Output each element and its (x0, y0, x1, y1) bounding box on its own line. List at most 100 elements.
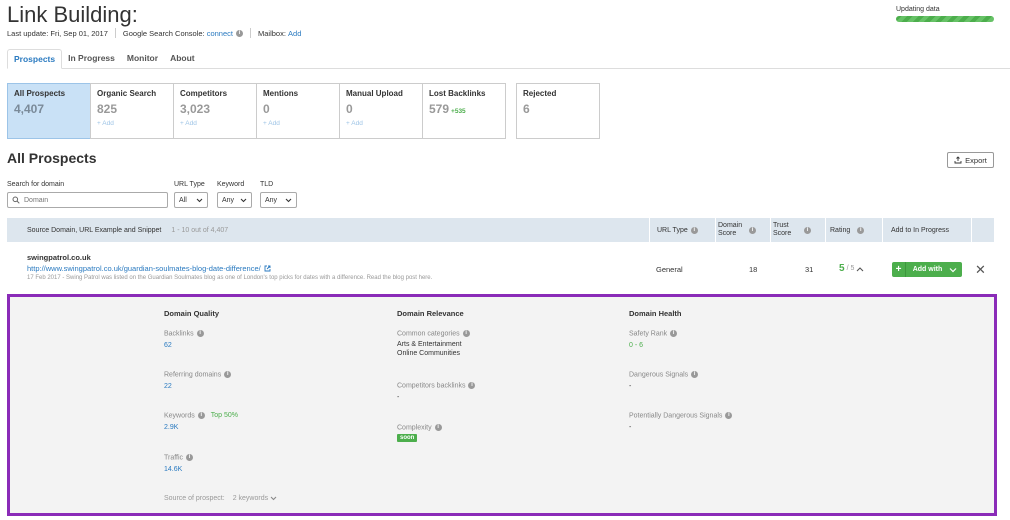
competitors-backlinks-metric: Competitors backlinks i - (397, 382, 476, 401)
close-icon[interactable]: ✕ (975, 262, 986, 278)
export-icon (954, 156, 962, 164)
keywords-value[interactable]: 2.9K (164, 424, 178, 431)
tab-prospects[interactable]: Prospects (7, 49, 63, 69)
url-type-value: All (179, 196, 187, 204)
tld-select[interactable]: Any (260, 192, 297, 208)
col-add: Add to In Progress (891, 226, 949, 234)
card-value: 6 (523, 102, 530, 116)
section-title: All Prospects (7, 150, 97, 166)
chevron-down-icon (196, 198, 203, 202)
header-meta: Last update: Fri, Sep 01, 2017 Google Se… (7, 28, 301, 38)
updating-label: Updating data (896, 6, 940, 13)
dangerous-value: - (629, 383, 632, 391)
complexity-metric: Complexity i soon (397, 424, 442, 443)
quality-heading: Domain Quality (164, 309, 220, 318)
category-2: Online Communities (397, 350, 461, 358)
gsc-connect-link[interactable]: connect (207, 29, 233, 38)
relevance-heading: Domain Relevance (397, 309, 464, 318)
progress-bar (896, 16, 994, 22)
backlinks-metric: Backlinks i 62 (164, 330, 204, 349)
card-label: Organic Search (97, 89, 157, 98)
col-url-type[interactable]: URL Type i (657, 218, 715, 242)
card-competitors[interactable]: Competitors 3,023 + Add (173, 83, 257, 139)
source-label: Source of prospect: (164, 495, 225, 502)
info-icon[interactable]: i (434, 424, 442, 431)
tab-in-progress[interactable]: In Progress (62, 49, 121, 68)
card-add-link[interactable]: + Add (346, 120, 416, 127)
chevron-down-icon (240, 198, 247, 202)
result-range: 1 - 10 out of 4,407 (171, 226, 229, 234)
info-icon[interactable]: i (462, 330, 470, 337)
row-domain[interactable]: swingpatrol.co.uk (27, 253, 91, 262)
external-link-icon[interactable] (264, 265, 271, 272)
referring-value[interactable]: 22 (164, 383, 172, 390)
search-label: Search for domain (7, 181, 65, 188)
rating-of: / 5 (846, 265, 855, 272)
col-rating[interactable]: Rating i (830, 218, 880, 242)
search-box[interactable] (7, 192, 168, 208)
card-value: 3,023 (180, 102, 211, 116)
tab-monitor[interactable]: Monitor (121, 49, 164, 68)
card-value: 579 +535 (429, 102, 499, 116)
row-trust-score: 31 (805, 265, 814, 274)
card-label: Manual Upload (346, 89, 403, 98)
dangerous-signals-metric: Dangerous Signals i - (629, 371, 699, 391)
info-icon[interactable]: i (857, 226, 865, 234)
info-icon[interactable]: i (725, 412, 733, 419)
info-icon[interactable]: i (197, 412, 205, 419)
referring-label: Referring domains (164, 371, 222, 379)
info-icon[interactable]: i (186, 454, 194, 461)
backlinks-value[interactable]: 62 (164, 342, 172, 349)
updating-status: Updating data (896, 6, 994, 22)
chevron-down-icon[interactable] (949, 267, 957, 273)
info-icon[interactable]: i (224, 371, 232, 378)
card-lost-backlinks[interactable]: Lost Backlinks 579 +535 (422, 83, 506, 139)
info-icon[interactable]: i (749, 226, 756, 234)
col-trust-score-label: Trust Score (773, 222, 792, 237)
col-trust-score[interactable]: Trust Score i (773, 218, 823, 242)
chevron-up-icon[interactable] (856, 266, 864, 272)
url-type-select[interactable]: All (174, 192, 208, 208)
soon-badge: soon (397, 434, 418, 443)
card-add-link[interactable]: + Add (180, 120, 250, 127)
traffic-label: Traffic (164, 454, 184, 462)
search-input[interactable] (24, 196, 154, 204)
info-icon[interactable]: i (468, 382, 476, 389)
competitors-label: Competitors backlinks (397, 382, 466, 390)
dangerous-label: Dangerous Signals (629, 371, 689, 379)
tab-about[interactable]: About (164, 49, 201, 68)
rating-value: 5 (839, 263, 845, 274)
card-add-link[interactable]: + Add (263, 120, 333, 127)
card-label: Rejected (523, 89, 557, 98)
mailbox-label: Mailbox: (258, 28, 286, 38)
info-icon[interactable]: i (690, 226, 698, 234)
card-organic-search[interactable]: Organic Search 825 + Add (90, 83, 174, 139)
export-button[interactable]: Export (947, 152, 994, 168)
divider (114, 28, 116, 38)
keyword-value: Any (222, 196, 235, 204)
divider (770, 218, 771, 242)
card-manual-upload[interactable]: Manual Upload 0 + Add (339, 83, 423, 139)
divider (715, 218, 716, 242)
info-icon[interactable]: i (804, 226, 811, 234)
keyword-select[interactable]: Any (217, 192, 252, 208)
traffic-value[interactable]: 14.6K (164, 466, 182, 473)
info-icon[interactable]: i (691, 371, 699, 378)
col-domain-score-label: Domain Score (718, 222, 743, 237)
card-all-prospects[interactable]: All Prospects 4,407 (7, 83, 91, 139)
row-url-link[interactable]: http://www.swingpatrol.co.uk/guardian-so… (27, 264, 261, 273)
chevron-down-icon[interactable] (270, 496, 277, 501)
card-add-link[interactable]: + Add (97, 120, 167, 127)
col-domain-score[interactable]: Domain Score i (718, 218, 768, 242)
info-icon[interactable]: i (236, 29, 243, 37)
mailbox-add-link[interactable]: Add (288, 29, 301, 38)
info-icon[interactable]: i (196, 330, 204, 337)
plus-icon: + (892, 262, 906, 277)
add-with-button[interactable]: + Add with (892, 262, 962, 277)
source-value[interactable]: 2 keywords (233, 495, 268, 502)
row-domain-score: 18 (749, 265, 758, 274)
row-url-type: General (656, 265, 683, 274)
card-rejected[interactable]: Rejected 6 (516, 83, 600, 139)
info-icon[interactable]: i (670, 330, 678, 337)
card-mentions[interactable]: Mentions 0 + Add (256, 83, 340, 139)
